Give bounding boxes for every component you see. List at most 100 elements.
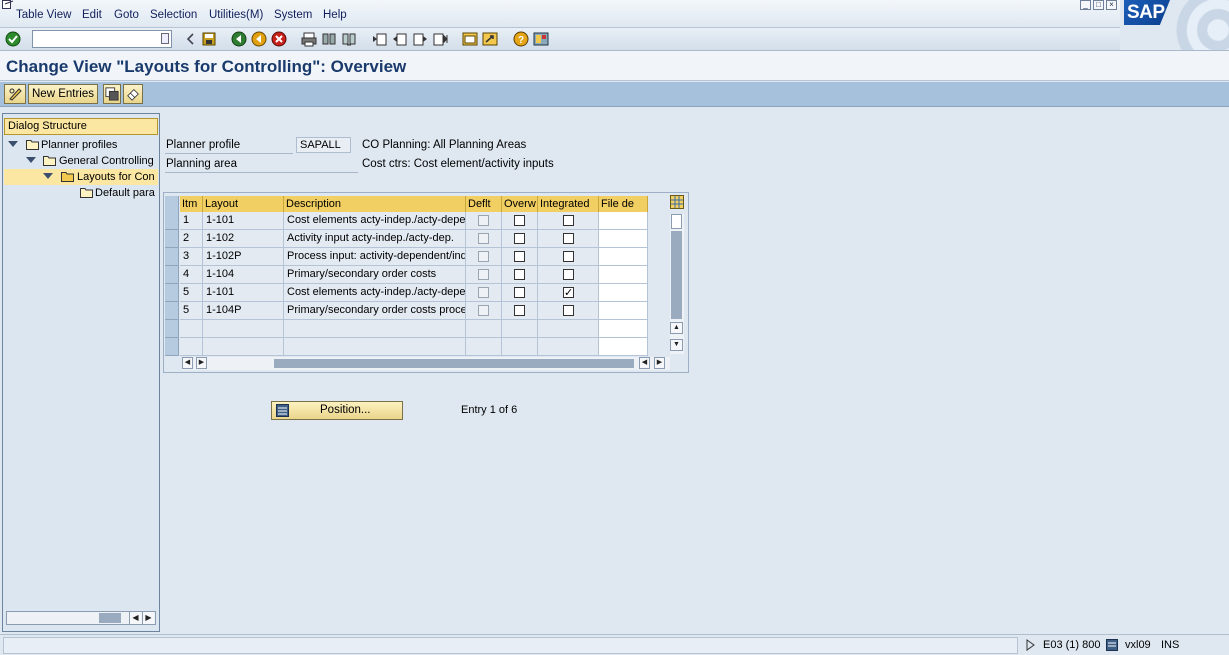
menu-system[interactable]: System bbox=[274, 9, 312, 21]
scroll-right-icon[interactable]: ▶ bbox=[196, 357, 207, 369]
cell-file-description[interactable] bbox=[599, 320, 648, 338]
nav-item-planner-profiles[interactable]: Planner profiles bbox=[4, 137, 158, 153]
expand-triangle-icon[interactable] bbox=[26, 157, 36, 163]
status-expand-icon[interactable] bbox=[1026, 639, 1035, 651]
find-next-icon[interactable] bbox=[341, 31, 357, 47]
row-selector[interactable] bbox=[165, 320, 179, 338]
delete-button[interactable] bbox=[123, 84, 143, 104]
cell-overwrite[interactable] bbox=[502, 230, 538, 248]
cell-file-description[interactable] bbox=[599, 284, 648, 302]
cell-integrated[interactable] bbox=[538, 230, 599, 248]
row-selector[interactable] bbox=[165, 284, 179, 302]
select-all-cell[interactable] bbox=[165, 196, 179, 212]
column-header-itm[interactable]: Itm bbox=[180, 196, 203, 212]
scroll-left-icon[interactable]: ◀ bbox=[182, 357, 193, 369]
checkbox[interactable] bbox=[514, 287, 525, 298]
minimize-icon[interactable]: _ bbox=[1080, 0, 1091, 10]
previous-page-icon[interactable] bbox=[392, 31, 408, 47]
scroll-thumb[interactable] bbox=[671, 231, 682, 319]
position-button[interactable]: Position... bbox=[271, 401, 403, 420]
layout-icon[interactable] bbox=[533, 31, 549, 47]
cell-overwrite[interactable] bbox=[502, 248, 538, 266]
checkbox[interactable] bbox=[563, 215, 574, 226]
row-selector[interactable] bbox=[165, 302, 179, 320]
command-field[interactable] bbox=[32, 30, 172, 48]
scroll-thumb[interactable] bbox=[99, 613, 121, 623]
cell-integrated[interactable] bbox=[538, 320, 599, 338]
scroll-left-icon[interactable]: ◀ bbox=[129, 612, 141, 624]
cell-overwrite[interactable] bbox=[502, 338, 538, 356]
cell-file-description[interactable] bbox=[599, 230, 648, 248]
cell-overwrite[interactable] bbox=[502, 212, 538, 230]
maximize-icon[interactable]: □ bbox=[1093, 0, 1104, 10]
column-header-overwrite[interactable]: Overw bbox=[502, 196, 538, 212]
table-vertical-scrollbar[interactable]: ▲ ▼ bbox=[670, 214, 684, 354]
column-header-file-description[interactable]: File de bbox=[599, 196, 648, 212]
cell-integrated[interactable]: ✓ bbox=[538, 284, 599, 302]
menu-goto[interactable]: Goto bbox=[114, 9, 139, 21]
nav-item-layouts-for-controlling[interactable]: Layouts for Con bbox=[4, 169, 158, 185]
row-selector[interactable] bbox=[165, 230, 179, 248]
cell-file-description[interactable] bbox=[599, 302, 648, 320]
menu-help[interactable]: Help bbox=[323, 9, 347, 21]
shortcut-icon[interactable] bbox=[482, 31, 498, 47]
row-selector[interactable] bbox=[165, 248, 179, 266]
cell-file-description[interactable] bbox=[599, 338, 648, 356]
menu-selection[interactable]: Selection bbox=[150, 9, 197, 21]
cell-overwrite[interactable] bbox=[502, 284, 538, 302]
exit-icon[interactable] bbox=[251, 31, 267, 47]
table-settings-icon[interactable] bbox=[670, 195, 684, 209]
scroll-thumb[interactable] bbox=[274, 359, 634, 368]
scroll-right-icon[interactable]: ▶ bbox=[654, 357, 665, 369]
column-header-default[interactable]: Deflt bbox=[466, 196, 502, 212]
cell-file-description[interactable] bbox=[599, 266, 648, 284]
nav-item-general-controlling[interactable]: General Controlling bbox=[4, 153, 158, 169]
column-header-description[interactable]: Description bbox=[284, 196, 466, 212]
table-horizontal-scrollbar[interactable]: ◀ ▶ ◀ ▶ bbox=[182, 357, 670, 370]
checkbox[interactable] bbox=[563, 305, 574, 316]
save-icon[interactable] bbox=[201, 31, 217, 47]
cell-overwrite[interactable] bbox=[502, 320, 538, 338]
cell-overwrite[interactable] bbox=[502, 266, 538, 284]
print-icon[interactable] bbox=[301, 31, 317, 47]
column-header-layout[interactable]: Layout bbox=[203, 196, 284, 212]
cell-integrated[interactable] bbox=[538, 266, 599, 284]
nav-item-default-parameters[interactable]: Default para bbox=[4, 185, 158, 201]
first-page-icon[interactable] bbox=[372, 31, 388, 47]
new-entries-button[interactable]: New Entries bbox=[28, 84, 98, 104]
checkbox[interactable] bbox=[514, 215, 525, 226]
close-icon[interactable]: × bbox=[1106, 0, 1117, 10]
scroll-down-icon[interactable]: ▼ bbox=[670, 339, 683, 351]
cell-integrated[interactable] bbox=[538, 302, 599, 320]
expand-triangle-icon[interactable] bbox=[43, 173, 53, 179]
checkbox[interactable] bbox=[514, 269, 525, 280]
command-input[interactable] bbox=[33, 31, 153, 47]
cell-overwrite[interactable] bbox=[502, 302, 538, 320]
nav-horizontal-scrollbar[interactable]: ◀ ▶ bbox=[6, 611, 156, 625]
checkbox[interactable] bbox=[514, 251, 525, 262]
checkbox[interactable] bbox=[563, 251, 574, 262]
cancel-icon[interactable] bbox=[271, 31, 287, 47]
row-selector[interactable] bbox=[165, 212, 179, 230]
scroll-right-icon[interactable]: ▶ bbox=[142, 612, 154, 624]
back-arrow-icon[interactable] bbox=[183, 31, 199, 47]
checkbox[interactable] bbox=[563, 233, 574, 244]
find-icon[interactable] bbox=[321, 31, 337, 47]
cell-integrated[interactable] bbox=[538, 212, 599, 230]
cell-integrated[interactable] bbox=[538, 338, 599, 356]
system-menu-icon[interactable] bbox=[2, 0, 14, 10]
enter-icon[interactable] bbox=[5, 31, 21, 47]
scroll-up-icon[interactable]: ▲ bbox=[670, 322, 683, 334]
last-page-icon[interactable] bbox=[432, 31, 448, 47]
expand-triangle-icon[interactable] bbox=[8, 141, 18, 147]
checkbox[interactable] bbox=[514, 305, 525, 316]
row-selector[interactable] bbox=[165, 266, 179, 284]
planner-profile-field[interactable]: SAPALL bbox=[296, 137, 351, 153]
display-change-button[interactable] bbox=[4, 84, 26, 104]
row-selector[interactable] bbox=[165, 338, 179, 356]
checkbox[interactable] bbox=[514, 233, 525, 244]
create-session-icon[interactable] bbox=[462, 31, 478, 47]
status-system[interactable]: E03 (1) 800 bbox=[1043, 638, 1100, 653]
cell-file-description[interactable] bbox=[599, 212, 648, 230]
system-info-icon[interactable] bbox=[1106, 639, 1118, 651]
